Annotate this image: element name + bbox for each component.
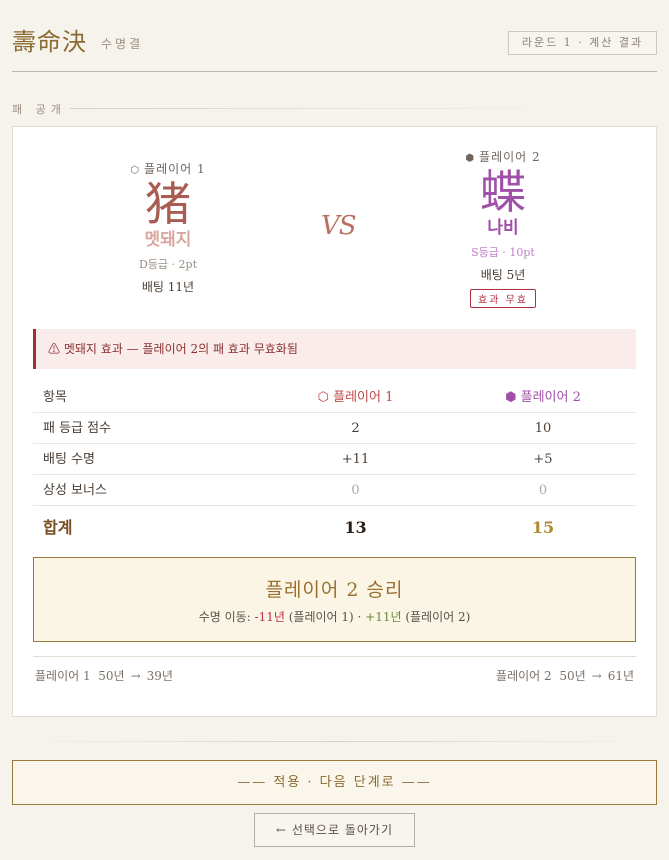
table-row: 상성 보너스 0 0 bbox=[33, 475, 636, 506]
player1-grade: D등급 · 2pt bbox=[138, 258, 197, 271]
arrow-right-icon: → bbox=[130, 669, 141, 683]
back-to-selection-button[interactable]: ← 선택으로 돌아가기 bbox=[254, 813, 415, 847]
lifespan-divider bbox=[33, 656, 636, 657]
footer-divider bbox=[12, 741, 657, 742]
table-header-row: 항목 ⬡ 플레이어 1 ⬢ 플레이어 2 bbox=[33, 382, 636, 413]
section-label: 패 공개 bbox=[12, 103, 66, 116]
alert-text: 멧돼지 효과 — 플레이어 2의 패 효과 무효화됨 bbox=[63, 342, 298, 356]
row-p2-value: 0 bbox=[538, 483, 548, 498]
app-subtitle: 수명결 bbox=[101, 37, 144, 51]
vs-label: VS bbox=[321, 211, 357, 241]
row-label: 배팅 수명 bbox=[43, 452, 95, 467]
app-logo: 壽命決 bbox=[12, 28, 87, 56]
row-label: 패 등급 점수 bbox=[43, 421, 112, 436]
row-p2-value: 10 bbox=[534, 421, 552, 436]
total-p1-value: 13 bbox=[344, 518, 367, 537]
warning-icon: ⚠ bbox=[48, 342, 61, 356]
header-item: 항목 bbox=[43, 390, 67, 405]
player2-card-name: 나비 bbox=[487, 218, 519, 238]
player1-card-name: 멧돼지 bbox=[144, 230, 192, 250]
player1-card-kanji: 猪 bbox=[145, 177, 191, 231]
row-label: 상성 보너스 bbox=[43, 483, 107, 498]
table-row: 패 등급 점수 2 10 bbox=[33, 413, 636, 444]
row-p2-value: +5 bbox=[533, 452, 553, 467]
total-p2-value: 15 bbox=[531, 518, 555, 537]
hollow-hexagon-icon: ⬡ bbox=[317, 390, 334, 405]
player2-grade: S등급 · 10pt bbox=[471, 246, 535, 259]
score-table: 항목 ⬡ 플레이어 1 ⬢ 플레이어 2 패 등급 점수 2 10 배팅 수명 … bbox=[33, 382, 636, 550]
player2-lifespan: 플레이어 2 50년 → 61년 bbox=[496, 669, 634, 683]
header-player1: ⬡ 플레이어 1 bbox=[317, 390, 394, 405]
reveal-card: ⬡ 플레이어 1 猪 멧돼지 D등급 · 2pt 배팅 11년 VS ⬢ 플레이어 … bbox=[12, 126, 657, 717]
player1-bet: 배팅 11년 bbox=[141, 280, 195, 294]
player1-name: ⬡ 플레이어 1 bbox=[130, 162, 206, 176]
player2-panel: ⬢ 플레이어 2 蝶 나비 S등급 · 10pt 배팅 5년 효과 무효 bbox=[433, 148, 573, 308]
filled-hexagon-icon: ⬢ bbox=[465, 153, 476, 164]
filled-hexagon-icon: ⬢ bbox=[505, 390, 521, 405]
player1-panel: ⬡ 플레이어 1 猪 멧돼지 D등급 · 2pt 배팅 11년 bbox=[103, 160, 233, 295]
row-p1-value: +11 bbox=[341, 452, 370, 467]
effect-nullified-badge: 효과 무효 bbox=[470, 289, 536, 308]
row-p1-value: 2 bbox=[351, 421, 360, 436]
table-row: 배팅 수명 +11 +5 bbox=[33, 444, 636, 475]
header: 壽命決 수명결 라운드 1 · 계산 결과 bbox=[12, 22, 657, 62]
player2-name: ⬢ 플레이어 2 bbox=[465, 150, 541, 164]
section-divider bbox=[70, 108, 589, 109]
header-player2: ⬢ 플레이어 2 bbox=[505, 390, 581, 405]
apply-next-button[interactable]: —— 적용 · 다음 단계로 —— bbox=[12, 760, 657, 805]
table-total-row: 합계 13 15 bbox=[33, 506, 636, 550]
player2-bet: 배팅 5년 bbox=[480, 268, 526, 282]
total-label: 합계 bbox=[43, 518, 73, 537]
header-divider bbox=[12, 71, 657, 72]
player1-lifespan: 플레이어 1 50년 → 39년 bbox=[35, 669, 173, 683]
player2-card-kanji: 蝶 bbox=[480, 165, 526, 219]
effect-alert: ⚠ 멧돼지 효과 — 플레이어 2의 패 효과 무효화됨 bbox=[33, 329, 636, 369]
round-badge: 라운드 1 · 계산 결과 bbox=[508, 31, 657, 55]
hollow-hexagon-icon: ⬡ bbox=[130, 165, 141, 176]
row-p1-value: 0 bbox=[351, 483, 360, 498]
result-description: 수명 이동: -11년 (플레이어 1) · +11년 (플레이어 2) bbox=[198, 610, 471, 624]
result-box: 플레이어 2 승리 수명 이동: -11년 (플레이어 1) · +11년 (플… bbox=[33, 557, 636, 642]
result-title: 플레이어 2 승리 bbox=[265, 579, 404, 601]
arrow-right-icon: → bbox=[591, 669, 602, 683]
